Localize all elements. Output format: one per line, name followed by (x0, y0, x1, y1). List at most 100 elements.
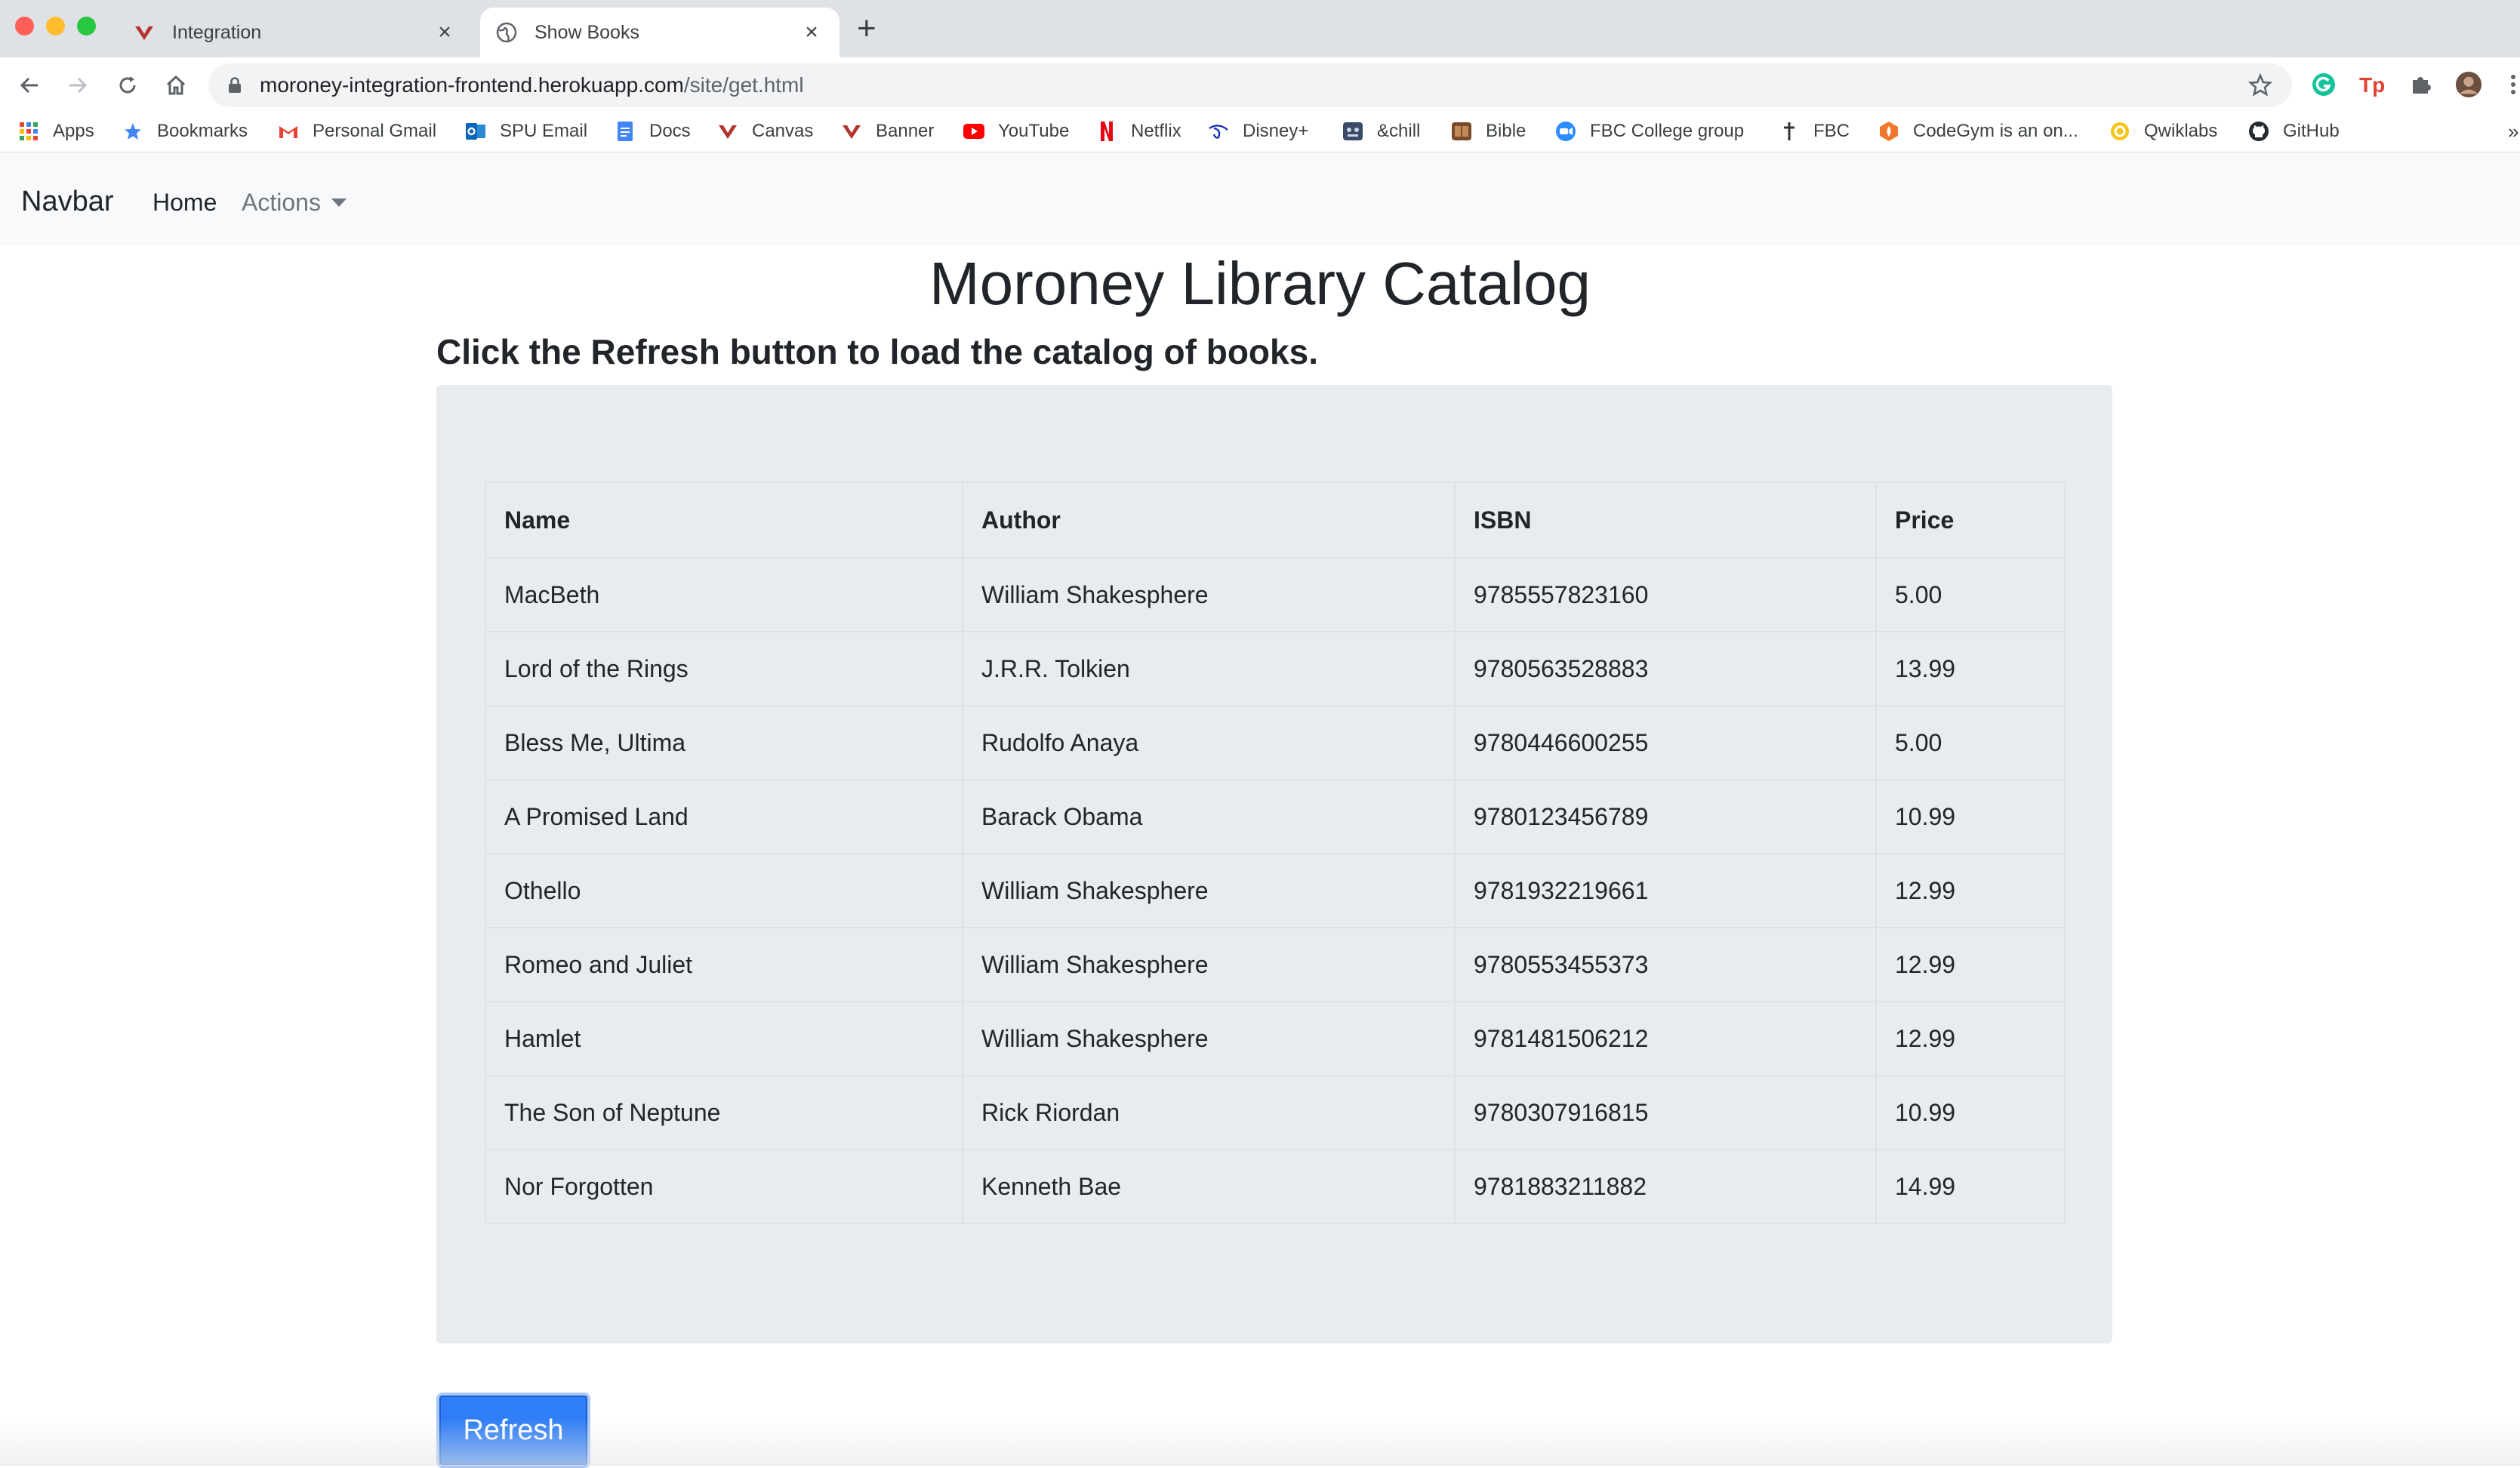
home-button[interactable] (159, 68, 193, 103)
lock-icon (229, 77, 241, 93)
bookmark-github[interactable]: GitHub (2248, 118, 2340, 145)
github-icon (2248, 121, 2269, 142)
disney-icon (1208, 121, 1229, 142)
caret-down-icon (331, 199, 347, 207)
bookmark-label: Banner (876, 121, 935, 141)
zoom-icon (1555, 121, 1576, 142)
forward-button[interactable] (60, 68, 95, 103)
bookmark-star-icon[interactable] (2248, 73, 2272, 97)
bookmark-canvas[interactable]: Canvas (717, 118, 813, 145)
grammarly-extension-icon[interactable] (2310, 71, 2337, 98)
codegym-icon (1878, 121, 1899, 142)
tp-extension-icon[interactable]: Tp (2358, 71, 2386, 98)
bookmark-label: Qwiklabs (2144, 121, 2218, 141)
table-row: The Son of Neptune Rick Riordan 9780307916… (485, 1075, 2066, 1150)
new-tab-button[interactable]: + (857, 12, 876, 45)
cell-name: Lord of the Rings (485, 631, 963, 706)
bookmark-label: Bookmarks (157, 121, 248, 141)
bookmark-label: FBC (1813, 121, 1850, 141)
cell-isbn: 9780123456789 (1454, 779, 1877, 854)
apps-grid-icon (18, 121, 39, 142)
bookmark-netflix[interactable]: Netflix (1096, 118, 1181, 145)
bookmark-disney-plus[interactable]: Disney+ (1208, 118, 1308, 145)
tab-show-books[interactable]: Show Books × (480, 8, 839, 57)
close-icon[interactable]: × (799, 20, 824, 45)
bookmark-label: Netflix (1131, 121, 1181, 141)
books-table: Name Author ISBN Price MacBeth William Sh… (485, 482, 2066, 1224)
cell-name: Romeo and Juliet (485, 927, 963, 1002)
bookmarks-bar: Apps Bookmarks Personal Gmail SPU Email … (0, 112, 2520, 152)
cell-name: Nor Forgotten (485, 1149, 963, 1224)
nav-dropdown-label: Actions (242, 189, 321, 216)
bookmark-label: FBC College group (1590, 121, 1745, 141)
refresh-button[interactable]: Refresh (436, 1393, 590, 1468)
gmail-icon (278, 121, 299, 142)
minimize-window-button[interactable] (46, 17, 65, 35)
cell-price: 12.99 (1875, 1001, 2066, 1076)
page-title: Moroney Library Catalog (929, 250, 1591, 317)
profile-avatar-icon[interactable] (2455, 71, 2482, 98)
svg-text:Tp: Tp (2359, 73, 2385, 97)
cell-price: 5.00 (1875, 705, 2066, 780)
bookmark-label: &chill (1377, 121, 1421, 141)
bookmark-bookmarks[interactable]: Bookmarks (122, 118, 248, 145)
cell-isbn: 9780553455373 (1454, 927, 1877, 1002)
extensions-puzzle-icon[interactable] (2407, 71, 2434, 98)
globe-icon (495, 21, 518, 44)
maximize-window-button[interactable] (77, 17, 96, 35)
nav-link-home[interactable]: Home (152, 189, 217, 217)
bookmark-personal-gmail[interactable]: Personal Gmail (278, 118, 436, 145)
bookmark-bible[interactable]: Bible (1451, 118, 1526, 145)
bookmark-fbc[interactable]: FBC (1779, 118, 1850, 145)
tab-title: Show Books (534, 21, 639, 43)
bookmark-codegym[interactable]: CodeGym is an on... (1878, 118, 2078, 145)
browser-tab-strip: Integration × Show Books × + (0, 0, 2520, 57)
tab-integration[interactable]: Integration × (118, 8, 473, 57)
cell-isbn: 9781932219661 (1454, 853, 1877, 928)
column-header-name: Name (485, 482, 963, 559)
cell-name: Bless Me, Ultima (485, 705, 963, 780)
bookmark-label: YouTube (998, 121, 1070, 141)
reload-icon (119, 76, 136, 94)
nav-dropdown-actions[interactable]: Actions (242, 189, 347, 217)
bookmark-youtube[interactable]: YouTube (963, 118, 1069, 145)
cell-author: William Shakesphere (962, 853, 1456, 928)
table-row: Lord of the Rings J.R.R. Tolkien 978056352… (485, 631, 2066, 706)
bookmark-spu-email[interactable]: SPU Email (465, 118, 587, 145)
bookmark-label: Canvas (752, 121, 814, 141)
reload-button[interactable] (110, 68, 145, 103)
cell-author: Rudolfo Anaya (962, 705, 1456, 780)
back-button[interactable] (12, 68, 47, 103)
cross-icon (1779, 121, 1800, 142)
url-path: /site/get.html (683, 73, 804, 97)
url-host: moroney-integration-frontend.herokuapp.c… (260, 73, 684, 97)
cell-isbn: 9780446600255 (1454, 705, 1877, 780)
navbar-brand[interactable]: Navbar (21, 186, 114, 218)
bookmark-label: Disney+ (1243, 121, 1309, 141)
cell-price: 10.99 (1875, 779, 2066, 854)
bookmark-and-chill[interactable]: &chill (1342, 118, 1420, 145)
docs-icon (615, 121, 636, 142)
bookmark-fbc-college-group[interactable]: FBC College group (1555, 118, 1744, 145)
bookmarks-overflow-button[interactable]: » (2508, 118, 2518, 145)
browser-toolbar: moroney-integration-frontend.herokuapp.c… (0, 57, 2520, 112)
bookmark-banner[interactable]: Banner (841, 118, 934, 145)
cell-price: 13.99 (1875, 631, 2066, 706)
close-icon[interactable]: × (432, 20, 457, 45)
bookmark-docs[interactable]: Docs (615, 118, 691, 145)
bookmark-apps[interactable]: Apps (18, 118, 94, 145)
cell-isbn: 9780307916815 (1454, 1075, 1877, 1150)
cell-price: 5.00 (1875, 557, 2066, 632)
back-arrow-icon (20, 77, 38, 94)
cell-author: William Shakesphere (962, 557, 1456, 632)
netflix-icon (1096, 121, 1117, 142)
table-row: A Promised Land Barack Obama 9780123456789… (485, 779, 2066, 854)
cell-author: William Shakesphere (962, 927, 1456, 1002)
browser-menu-icon[interactable] (2506, 71, 2520, 98)
bookmark-qwiklabs[interactable]: Qwiklabs (2109, 118, 2217, 145)
close-window-button[interactable] (15, 17, 34, 35)
canvas-logo-icon (717, 121, 738, 142)
table-row: Hamlet William Shakesphere 9781481506212 12… (485, 1001, 2066, 1076)
canvas-logo-icon (133, 21, 156, 44)
address-bar[interactable]: moroney-integration-frontend.herokuapp.c… (208, 63, 2292, 107)
